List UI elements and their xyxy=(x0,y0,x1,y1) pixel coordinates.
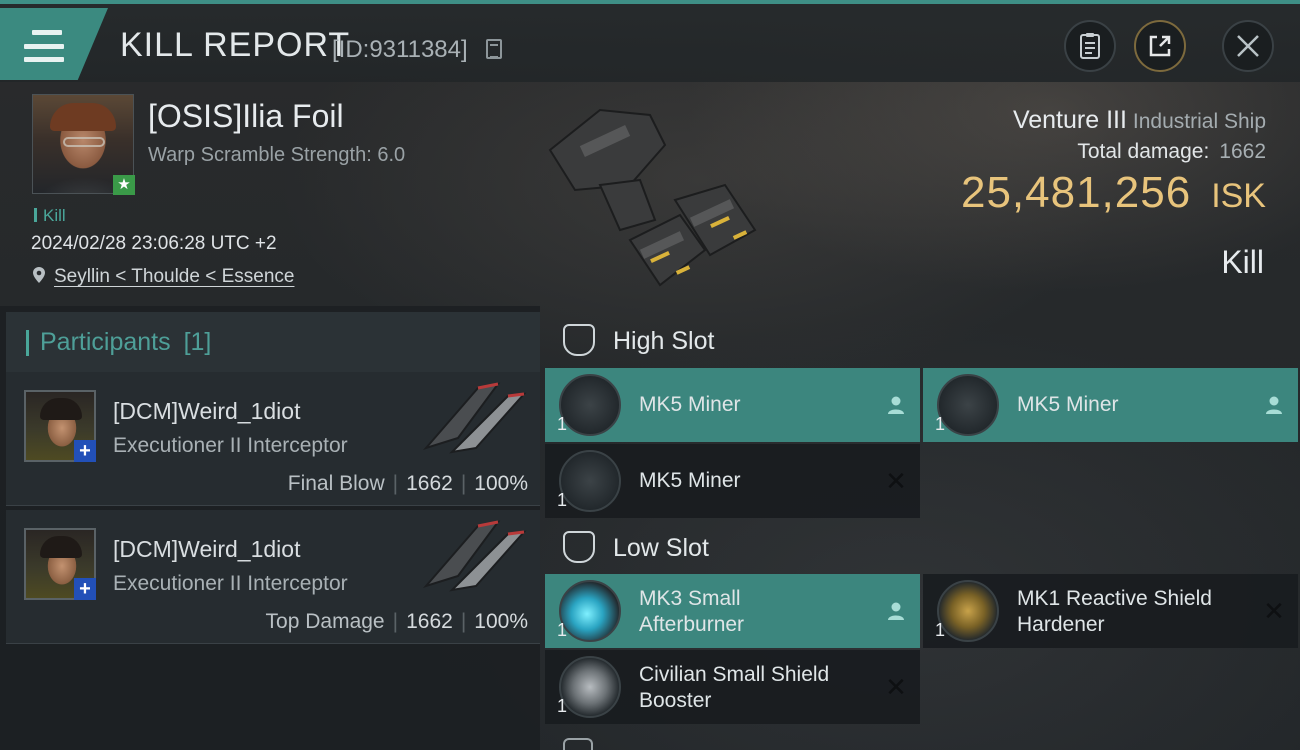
module-name: MK1 Reactive Shield Hardener xyxy=(1017,587,1212,636)
participant-role: Final Blow xyxy=(287,472,385,495)
participant-percent: 100% xyxy=(474,610,528,633)
add-contact-icon[interactable]: + xyxy=(74,578,96,600)
ship-class: Industrial Ship xyxy=(1132,110,1266,133)
participant-ship: Executioner II Interceptor xyxy=(113,434,348,457)
participant-portrait[interactable]: + xyxy=(24,528,96,600)
person-icon xyxy=(886,600,906,622)
module-quantity: 1 xyxy=(935,414,946,434)
document-icon xyxy=(1080,33,1100,59)
close-button[interactable] xyxy=(1222,20,1274,72)
module-item[interactable]: 1 Civilian Small Shield Booster ✕ xyxy=(545,650,920,724)
copy-icon[interactable] xyxy=(486,39,502,59)
person-icon xyxy=(886,394,906,416)
shield-booster-module-icon xyxy=(559,656,621,718)
module-name: MK5 Miner xyxy=(1017,393,1119,416)
warp-scramble-strength: Warp Scramble Strength: 6.0 xyxy=(148,144,406,166)
module-name: MK5 Miner xyxy=(639,469,741,492)
module-name: MK3 Small Afterburner xyxy=(639,587,745,636)
module-name: MK5 Miner xyxy=(639,393,741,416)
participant-card[interactable]: + [DCM]Weird_1diot Executioner II Interc… xyxy=(6,372,540,506)
low-slot-label: Low Slot xyxy=(613,534,709,562)
total-damage-value: 1662 xyxy=(1219,140,1266,163)
module-item[interactable]: 1 MK3 Small Afterburner xyxy=(545,574,920,648)
isk-value: 25,481,256 ISK xyxy=(961,168,1266,218)
kill-timestamp: 2024/02/28 23:06:28 UTC +2 xyxy=(31,233,277,254)
add-contact-icon[interactable]: + xyxy=(74,440,96,462)
module-quantity: 1 xyxy=(557,620,568,640)
star-badge-icon: ★ xyxy=(113,175,135,195)
participants-count: [1] xyxy=(183,328,212,356)
participant-stats: Final Blow | 1662 | 100% xyxy=(287,472,528,495)
low-slot-header: Low Slot xyxy=(545,518,1300,578)
high-slot-label: High Slot xyxy=(613,327,715,355)
victim-name[interactable]: [OSIS]Ilia Foil xyxy=(148,98,344,135)
share-icon xyxy=(1149,35,1171,57)
person-icon xyxy=(1264,394,1284,416)
module-item[interactable]: 1 MK5 Miner ✕ xyxy=(545,444,920,518)
module-quantity: 1 xyxy=(557,490,568,510)
kill-tag: Kill xyxy=(34,206,66,226)
map-pin-icon xyxy=(33,267,45,283)
module-name: Civilian Small Shield Booster xyxy=(639,663,830,712)
participant-name[interactable]: [DCM]Weird_1diot xyxy=(113,398,300,425)
share-button[interactable] xyxy=(1134,20,1186,72)
high-slot-header: High Slot xyxy=(545,311,1300,371)
participant-card[interactable]: + [DCM]Weird_1diot Executioner II Interc… xyxy=(6,510,540,644)
total-damage: Total damage: 1662 xyxy=(1077,140,1266,164)
module-item[interactable]: 1 MK5 Miner xyxy=(545,368,920,442)
module-item[interactable]: 1 MK1 Reactive Shield Hardener ✕ xyxy=(923,574,1298,648)
participant-ship: Executioner II Interceptor xyxy=(113,572,348,595)
fitting-panel: High Slot 1 MK5 Miner 1 MK5 Miner 1 MK5 … xyxy=(545,306,1300,750)
participant-name[interactable]: [DCM]Weird_1diot xyxy=(113,536,300,563)
document-button[interactable] xyxy=(1064,20,1116,72)
report-id: [ID:9311384] xyxy=(332,36,468,63)
miner-module-icon xyxy=(559,374,621,436)
page-title: KILL REPORT xyxy=(120,26,351,64)
x-icon: ✕ xyxy=(885,466,907,496)
participants-header[interactable]: Participants [1] xyxy=(6,312,540,372)
participant-ship-image xyxy=(422,520,527,592)
module-item[interactable]: 1 MK5 Miner xyxy=(923,368,1298,442)
participant-damage: 1662 xyxy=(406,472,453,495)
participant-stats: Top Damage | 1662 | 100% xyxy=(265,610,528,633)
low-slot-icon xyxy=(563,531,595,563)
mid-slot-icon xyxy=(563,738,593,750)
participant-role: Top Damage xyxy=(265,610,385,633)
module-quantity: 1 xyxy=(557,696,568,716)
miner-module-icon xyxy=(559,450,621,512)
victim-ship: Venture III Industrial Ship xyxy=(1013,106,1266,135)
hamburger-menu-icon[interactable] xyxy=(24,30,64,62)
miner-module-icon xyxy=(937,374,999,436)
close-icon xyxy=(1237,35,1259,57)
module-quantity: 1 xyxy=(557,414,568,434)
participant-ship-image xyxy=(422,382,527,454)
total-damage-label: Total damage: xyxy=(1077,140,1210,163)
participant-portrait[interactable]: + xyxy=(24,390,96,462)
participant-damage: 1662 xyxy=(406,610,453,633)
isk-amount: 25,481,256 xyxy=(960,168,1192,217)
module-quantity: 1 xyxy=(935,620,946,640)
afterburner-module-icon xyxy=(559,580,621,642)
x-icon: ✕ xyxy=(885,672,907,702)
location-link[interactable]: Seyllin < Thoulde < Essence xyxy=(54,266,294,288)
isk-unit: ISK xyxy=(1211,177,1266,215)
result-label: Kill xyxy=(1221,244,1264,280)
shield-hardener-module-icon xyxy=(937,580,999,642)
menu-button[interactable] xyxy=(0,8,108,80)
participants-label: Participants xyxy=(40,328,171,356)
header-bar: KILL REPORT [ID:9311384] xyxy=(0,0,1300,82)
x-icon: ✕ xyxy=(1263,596,1285,626)
ship-name: Venture III xyxy=(1012,106,1127,134)
high-slot-icon xyxy=(563,324,595,356)
participant-percent: 100% xyxy=(474,472,528,495)
victim-ship-image xyxy=(548,108,757,287)
participants-panel: Participants [1] + [DCM]Weird_1diot Exec… xyxy=(0,306,540,750)
